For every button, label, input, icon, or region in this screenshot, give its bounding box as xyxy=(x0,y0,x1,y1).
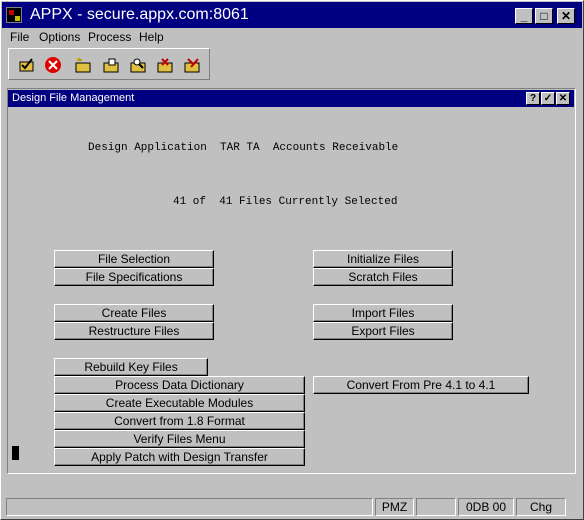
file-specifications-button[interactable]: File Specifications xyxy=(54,268,214,286)
menu-help[interactable]: Help xyxy=(139,30,164,44)
open-folder-icon[interactable] xyxy=(102,56,120,74)
close-button[interactable]: ✕ xyxy=(557,8,575,24)
menu-file[interactable]: File xyxy=(10,30,29,44)
toolbar xyxy=(8,48,210,80)
selection-count-text: 41 of 41 Files Currently Selected xyxy=(173,196,398,208)
verify-files-menu-button[interactable]: Verify Files Menu xyxy=(54,430,305,448)
status-chg: Chg xyxy=(516,498,566,516)
edit-folder-icon[interactable] xyxy=(183,56,201,74)
rebuild-key-files-button[interactable]: Rebuild Key Files xyxy=(54,358,208,376)
title-bar[interactable]: APPX - secure.appx.com:8061 _ □ ✕ xyxy=(2,2,582,28)
inner-title-bar[interactable]: Design File Management ? ✓ ✕ xyxy=(8,90,574,107)
check-button[interactable]: ✓ xyxy=(541,92,555,105)
minimize-button[interactable]: _ xyxy=(515,8,533,24)
delete-folder-icon[interactable] xyxy=(156,56,174,74)
status-message xyxy=(6,498,373,516)
help-button[interactable]: ? xyxy=(526,92,540,105)
export-files-button[interactable]: Export Files xyxy=(313,322,453,340)
create-files-button[interactable]: Create Files xyxy=(54,304,214,322)
menu-process[interactable]: Process xyxy=(88,30,131,44)
inner-close-button[interactable]: ✕ xyxy=(556,92,570,105)
convert-from-18-format-button[interactable]: Convert from 1.8 Format xyxy=(54,412,305,430)
convert-from-pre-41-button[interactable]: Convert From Pre 4.1 to 4.1 xyxy=(313,376,529,394)
file-selection-button[interactable]: File Selection xyxy=(54,250,214,268)
status-blank xyxy=(416,498,456,516)
status-pmz: PMZ xyxy=(375,498,414,516)
maximize-button[interactable]: □ xyxy=(535,8,553,24)
find-folder-icon[interactable] xyxy=(129,56,147,74)
scratch-files-button[interactable]: Scratch Files xyxy=(313,268,453,286)
inner-window-title: Design File Management xyxy=(12,92,135,104)
cancel-icon[interactable] xyxy=(44,56,62,74)
design-application-header: Design Application TAR TA Accounts Recei… xyxy=(88,142,399,154)
process-data-dictionary-button[interactable]: Process Data Dictionary xyxy=(54,376,305,394)
window-title: APPX - secure.appx.com:8061 xyxy=(30,6,249,23)
new-folder-icon[interactable] xyxy=(74,56,92,74)
initialize-files-button[interactable]: Initialize Files xyxy=(313,250,453,268)
status-db: 0DB 00 xyxy=(458,498,514,516)
restructure-files-button[interactable]: Restructure Files xyxy=(54,322,214,340)
apply-patch-button[interactable]: Apply Patch with Design Transfer xyxy=(54,448,305,466)
check-folder-icon[interactable] xyxy=(18,56,36,74)
text-cursor xyxy=(12,446,19,460)
menu-options[interactable]: Options xyxy=(39,30,80,44)
import-files-button[interactable]: Import Files xyxy=(313,304,453,322)
create-executable-modules-button[interactable]: Create Executable Modules xyxy=(54,394,305,412)
appx-logo-icon[interactable] xyxy=(6,7,22,23)
menu-bar: File Options Process Help xyxy=(2,28,582,46)
